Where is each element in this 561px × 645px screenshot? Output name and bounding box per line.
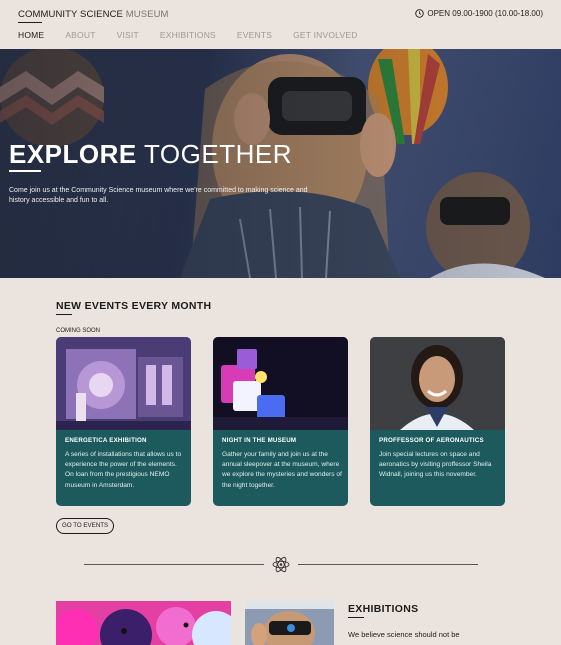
nav-about[interactable]: ABOUT bbox=[65, 30, 95, 40]
hero-title: EXPLORE TOGETHER bbox=[9, 139, 292, 170]
go-to-events-button[interactable]: GO TO EVENTS bbox=[56, 518, 115, 534]
event-text: Join special lectures on space and aeron… bbox=[379, 451, 492, 479]
divider-line-right bbox=[298, 564, 478, 565]
hero-banner: EXPLORE TOGETHER Come join us at the Com… bbox=[0, 49, 561, 278]
atom-icon bbox=[272, 556, 290, 573]
event-image-energetica bbox=[56, 337, 191, 430]
nav-events[interactable]: EVENTS bbox=[237, 30, 272, 40]
nav-home[interactable]: HOME bbox=[18, 30, 44, 40]
events-title: NEW EVENTS EVERY MONTH bbox=[56, 300, 212, 312]
nav-visit[interactable]: VISIT bbox=[117, 30, 139, 40]
brand-sub: MUSEUM bbox=[125, 9, 169, 20]
event-image-night-museum bbox=[213, 337, 348, 430]
event-text: Gather your family and join us at the an… bbox=[222, 451, 342, 489]
hours-text: OPEN 09.00-1900 (10.00-18.00) bbox=[427, 9, 543, 18]
main-nav: HOME ABOUT VISIT EXHIBITIONS EVENTS GET … bbox=[18, 30, 379, 40]
event-card-night-museum[interactable]: NIGHT IN THE MUSEUM Gather your family a… bbox=[213, 337, 348, 506]
nav-exhibitions[interactable]: EXHIBITIONS bbox=[160, 30, 216, 40]
brand-main: COMMUNITY SCIENCE bbox=[18, 9, 123, 20]
exhibitions-underline bbox=[348, 617, 364, 618]
site-logo[interactable]: COMMUNITY SCIENCE MUSEUM bbox=[18, 9, 169, 20]
event-title: PROFFESSOR OF AERONAUTICS bbox=[379, 437, 484, 444]
nav-get-involved[interactable]: GET INVOLVED bbox=[293, 30, 357, 40]
exhibitions-text: We believe science should not be bbox=[348, 630, 460, 639]
coming-soon-label: COMING SOON bbox=[56, 328, 101, 334]
opening-hours: OPEN 09.00-1900 (10.00-18.00) bbox=[415, 9, 543, 18]
events-underline bbox=[56, 314, 72, 315]
exhibition-image-vr bbox=[245, 601, 334, 645]
divider-line-left bbox=[84, 564, 264, 565]
hero-underline bbox=[9, 170, 41, 172]
event-text: A series of installations that allows us… bbox=[65, 451, 182, 489]
brand-underline bbox=[18, 22, 42, 23]
event-card-aeronautics[interactable]: PROFFESSOR OF AERONAUTICS Join special l… bbox=[370, 337, 505, 506]
exhibitions-title: EXHIBITIONS bbox=[348, 603, 419, 615]
site-header: COMMUNITY SCIENCE MUSEUM OPEN 09.00-1900… bbox=[0, 0, 561, 49]
clock-icon bbox=[415, 9, 425, 18]
exhibition-image-lights bbox=[56, 601, 231, 645]
event-image-aeronautics bbox=[370, 337, 505, 430]
hero-title-light: TOGETHER bbox=[144, 139, 292, 169]
event-title: ENERGETICA EXHIBITION bbox=[65, 437, 147, 444]
event-card-energetica[interactable]: ENERGETICA EXHIBITION A series of instal… bbox=[56, 337, 191, 506]
event-title: NIGHT IN THE MUSEUM bbox=[222, 437, 297, 444]
hero-title-bold: EXPLORE bbox=[9, 139, 137, 169]
hero-text: Come join us at the Community Science mu… bbox=[9, 187, 308, 204]
